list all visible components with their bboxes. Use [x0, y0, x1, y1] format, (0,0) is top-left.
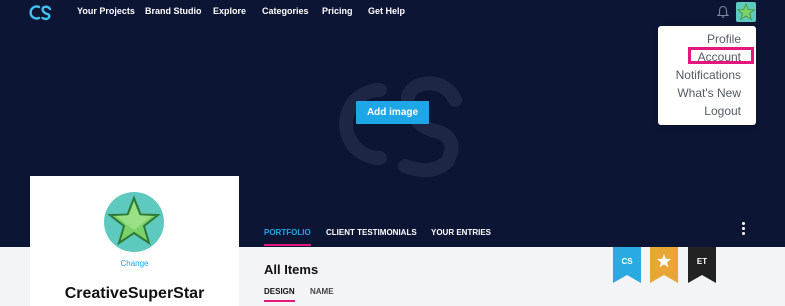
tab-portfolio[interactable]: PORTFOLIO: [264, 228, 311, 237]
add-image-button[interactable]: Add image: [356, 101, 429, 124]
more-options-icon[interactable]: [740, 222, 746, 238]
nav-explore[interactable]: Explore: [213, 6, 246, 16]
profile-card: Change CreativeSuperStar: [30, 176, 239, 306]
nav-categories[interactable]: Categories: [262, 6, 309, 16]
nav-brand-studio[interactable]: Brand Studio: [145, 6, 202, 16]
et-badge: ET: [688, 247, 716, 283]
star-icon: [736, 2, 756, 21]
bell-icon[interactable]: [716, 5, 730, 19]
star-badge: [650, 247, 678, 283]
cs-logo-icon[interactable]: [29, 3, 53, 22]
profile-username: CreativeSuperStar: [64, 285, 205, 302]
menu-item-logout[interactable]: Logout: [704, 104, 741, 118]
active-tab-indicator: [264, 244, 311, 246]
top-navigation: Your Projects Brand Studio Explore Categ…: [0, 0, 785, 26]
section-heading: All Items: [264, 262, 319, 277]
badge-cs-label: CS: [621, 257, 633, 266]
subtab-design[interactable]: DESIGN: [264, 287, 295, 296]
cs-badge: CS: [613, 247, 641, 283]
badge-et-label: ET: [697, 257, 707, 266]
nav-pricing[interactable]: Pricing: [322, 6, 353, 16]
profile-avatar[interactable]: [104, 192, 164, 252]
nav-get-help[interactable]: Get Help: [368, 6, 405, 16]
change-avatar-link[interactable]: Change: [30, 259, 239, 268]
menu-item-account[interactable]: Account: [698, 50, 741, 64]
nav-your-projects[interactable]: Your Projects: [77, 6, 135, 16]
account-dropdown-menu: Profile Account Notifications What's New…: [658, 26, 756, 125]
menu-item-whats-new[interactable]: What's New: [677, 86, 741, 100]
star-icon: [107, 195, 161, 246]
subtab-name[interactable]: NAME: [310, 287, 334, 296]
cs-watermark-icon: [339, 76, 462, 178]
active-subtab-indicator: [264, 300, 295, 302]
menu-item-profile[interactable]: Profile: [707, 32, 741, 46]
tab-client-testimonials[interactable]: CLIENT TESTIMONIALS: [326, 228, 417, 237]
user-avatar[interactable]: [736, 2, 756, 22]
tab-your-entries[interactable]: YOUR ENTRIES: [431, 228, 491, 237]
menu-item-notifications[interactable]: Notifications: [676, 68, 741, 82]
